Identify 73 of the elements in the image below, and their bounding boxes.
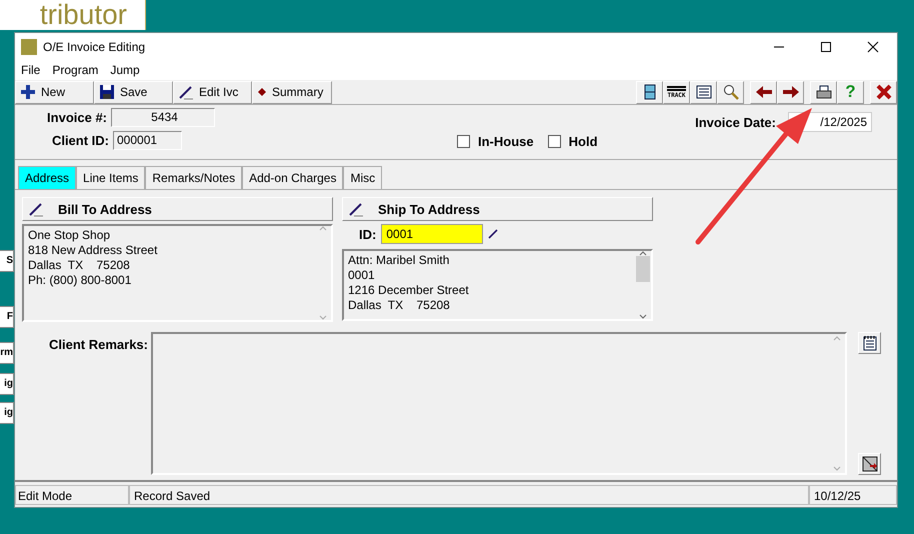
toolbar-button[interactable] (717, 80, 744, 104)
toolbar-button[interactable] (810, 80, 837, 104)
menu-item[interactable]: File (21, 63, 40, 77)
tab[interactable]: Line Items (76, 166, 146, 189)
pen-icon (178, 84, 194, 100)
toolbar-button[interactable]: Save (94, 80, 173, 104)
toolbar-button[interactable]: New (15, 80, 94, 104)
field-label: Client ID: (52, 133, 109, 148)
search-icon (722, 84, 738, 100)
plus-icon (20, 84, 36, 100)
status-text: Edit Mode (15, 484, 129, 504)
close-icon[interactable] (867, 40, 879, 52)
field-label: Invoice #: (47, 110, 107, 125)
close-icon (876, 84, 892, 100)
scrollbar[interactable] (635, 251, 651, 319)
ship-to-address-box[interactable]: Attn: Maribel Smith 0001 1216 December Street Dallas TX 75208 (342, 249, 653, 321)
checkbox[interactable] (548, 135, 561, 148)
pen-icon (28, 201, 44, 217)
document-list-icon (696, 85, 712, 99)
tab[interactable]: Remarks/Notes (145, 166, 242, 189)
address-line: Attn: Maribel Smith (348, 253, 450, 268)
client-remarks-label: Client Remarks: (48, 336, 149, 354)
address-line: Dallas TX 75208 (348, 298, 451, 313)
ship-to-id-field[interactable]: 0001 (381, 224, 484, 244)
notepad-button[interactable] (858, 332, 881, 354)
ship-to-address-button[interactable]: Ship To Address (342, 197, 653, 221)
maximize-icon[interactable] (820, 40, 832, 52)
menu-item[interactable]: Program (52, 63, 98, 77)
toolbar-button[interactable]: ? (837, 80, 864, 104)
window-title: O/E Invoice Editing (43, 40, 146, 54)
pen-icon[interactable] (488, 229, 498, 239)
toolbar-button[interactable] (690, 80, 717, 104)
field-label: Invoice Date: (695, 114, 776, 130)
logo-text: tributor (40, 0, 127, 30)
address-line: One Stop Shop (28, 228, 112, 243)
address-line: Dallas TX 75208 (28, 258, 131, 273)
notepad-icon (862, 335, 878, 351)
toolbar-button[interactable] (870, 80, 897, 104)
address-line: 1216 December Street (348, 283, 470, 298)
file-cabinet-icon (642, 84, 656, 100)
field-label: ID: (359, 226, 376, 242)
left-arrow-icon (754, 85, 772, 99)
tab[interactable]: Misc (343, 166, 382, 189)
app-icon (21, 38, 37, 54)
expand-button[interactable] (858, 453, 881, 475)
right-arrow-icon (782, 85, 800, 99)
status-text: 10/12/25 (809, 484, 897, 504)
address-line: 818 New Address Street (28, 243, 158, 258)
bill-to-address-box[interactable]: One Stop Shop 818 New Address Street Dallas TX 75208 Ph: (800) 800-8001 (22, 224, 333, 322)
chevron-up-icon[interactable] (639, 251, 647, 256)
bill-to-address-button[interactable]: Bill To Address (22, 197, 333, 221)
toolbar-button[interactable] (777, 80, 804, 104)
client-id-field: 000001 (113, 131, 182, 150)
checkbox-label: Hold (568, 134, 598, 149)
checkbox[interactable] (457, 135, 470, 148)
address-line: 0001 (348, 268, 376, 283)
toolbar-button[interactable] (636, 80, 663, 104)
checkbox-label: In-House (478, 134, 534, 149)
diamond-icon (257, 87, 267, 97)
toolbar-button[interactable]: Summary (252, 80, 332, 104)
chevron-down-icon[interactable] (639, 314, 647, 319)
invoice-number-field: 5434 (111, 108, 215, 127)
menu-item[interactable]: Jump (110, 63, 140, 77)
pen-icon (348, 201, 364, 217)
status-text: Record Saved (129, 484, 809, 504)
toolbar-button[interactable] (750, 80, 777, 104)
help-icon: ? (845, 83, 856, 101)
address-line: Ph: (800) 800-8001 (28, 273, 132, 288)
printer-icon (816, 85, 832, 99)
toolbar-button[interactable]: Edit Ivc (173, 80, 252, 104)
tab[interactable]: Address (18, 166, 76, 189)
export-arrow-icon (862, 456, 878, 472)
tab[interactable]: Add-on Charges (242, 166, 344, 189)
